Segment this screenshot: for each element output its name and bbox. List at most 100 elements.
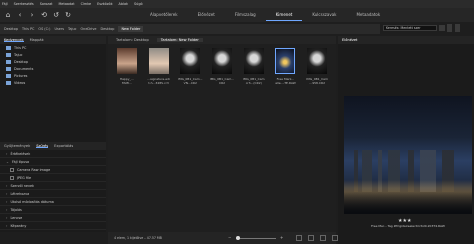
mode-tab-kimenet[interactable]: Kimenet xyxy=(265,9,303,21)
status-text: 4 elem, 1 kijelölve – 47.57 MB xyxy=(114,236,162,240)
recent-icon[interactable]: ⟲ xyxy=(40,11,48,19)
thumbnail-item[interactable]: Happy_... FAMI... xyxy=(114,48,140,85)
thumbnail-item-selected[interactable]: Free Mark... alle...-TE.RAW xyxy=(273,48,299,85)
preview-caption: Free Mar... Tag #frigidaireelectricSU0.2… xyxy=(371,224,445,228)
mode-tab-alapvetolerek[interactable]: Alapvetőlerek xyxy=(140,9,188,21)
filter-group[interactable]: › Utolsó módosítás dátuma xyxy=(0,198,106,206)
breadcrumb-item-current[interactable]: New Folder xyxy=(118,26,144,32)
menu-item[interactable]: Ablak xyxy=(119,2,128,6)
thumbnail-item[interactable]: IMG_0B1_Cam cr3...(CR2) xyxy=(241,48,267,85)
tab-exportalas[interactable]: Exportálás xyxy=(54,144,73,148)
chevron-down-icon: ⌄ xyxy=(6,159,10,164)
mode-tab-elonezet[interactable]: Előnézet xyxy=(188,9,225,21)
filter-label: JPEG file xyxy=(17,175,32,180)
details-view-icon[interactable] xyxy=(320,235,326,241)
chevron-right-icon: › xyxy=(6,151,8,156)
breadcrumb-item[interactable]: Tajuc xyxy=(68,27,77,31)
menu-item[interactable]: Szerkesztés xyxy=(14,2,34,6)
checkbox[interactable] xyxy=(10,175,14,180)
menu-item[interactable]: Súgó xyxy=(134,2,143,6)
tab-szures[interactable]: Szűrés xyxy=(36,144,49,148)
menu-item[interactable]: Eszközök xyxy=(97,2,112,6)
sidebar-item-this-pc[interactable]: This PC xyxy=(0,44,106,51)
sidebar-item-pictures[interactable]: Pictures xyxy=(0,72,106,79)
sidebar-item-desktop[interactable]: Desktop xyxy=(0,58,106,65)
sidebar-item-documents[interactable]: Documents xyxy=(0,65,106,72)
thumbnail-image xyxy=(307,48,328,74)
thumbnail-item[interactable]: IMG_0B1_Cam... VN...CR2 xyxy=(177,48,203,85)
home-icon[interactable]: ⌂ xyxy=(4,11,12,19)
menu-item[interactable]: Sorozat xyxy=(40,2,53,6)
thumbnail-image xyxy=(148,48,169,74)
sidebar-item-label: Documents xyxy=(14,66,34,71)
sidebar-item-videos[interactable]: Videos xyxy=(0,79,106,86)
zoom-in-icon[interactable]: + xyxy=(280,235,283,240)
filter-label: Képarány xyxy=(10,223,27,228)
thumbnail-image xyxy=(275,48,296,74)
thumbnail-grid: Happy_... FAMI... ...signature-edi t-h...3… xyxy=(108,44,336,89)
filter-group[interactable]: ⌄ Fájl típusa xyxy=(0,158,106,166)
menu-item[interactable]: Metaadat xyxy=(59,2,75,6)
content-panel: Tartalom: Desktop Tartalom: New Folder H… xyxy=(108,36,336,232)
filter-group[interactable]: › Létrehozva xyxy=(0,190,106,198)
tab-gyujtemenyek[interactable]: Gyűjtemények xyxy=(4,144,30,148)
thumbnail-item[interactable]: ...signature-edi t-h...348S.cr3 xyxy=(146,48,172,85)
filter-option[interactable]: JPEG file xyxy=(0,174,106,182)
tab-kedvencek[interactable]: Kedvencek xyxy=(4,38,24,42)
folder-icon xyxy=(6,45,11,50)
filter-group[interactable]: › Tájolás xyxy=(0,206,106,214)
content-tabs: Tartalom: Desktop Tartalom: New Folder xyxy=(108,36,336,44)
breadcrumb-item[interactable]: Users xyxy=(54,27,64,31)
breadcrumb-item[interactable]: OS (C:) xyxy=(38,27,50,31)
filter-group[interactable]: › Értékelések xyxy=(0,150,106,158)
layout-icons xyxy=(296,235,338,241)
tab-mappak[interactable]: Mappák xyxy=(30,38,44,42)
sidebar-item-label: Tajuc xyxy=(14,52,23,57)
breadcrumb-item[interactable]: This PC xyxy=(22,27,34,31)
chevron-right-icon: › xyxy=(6,191,8,196)
zoom-out-icon[interactable]: − xyxy=(228,235,231,240)
mode-tab-filmszalag[interactable]: Filmszalag xyxy=(225,9,266,21)
thumbnail-item[interactable]: IMG_0B1_Cam... CR2 xyxy=(209,48,235,85)
forward-icon[interactable]: › xyxy=(28,11,36,19)
view-toggle-icon[interactable] xyxy=(447,24,452,32)
zoom-knob[interactable] xyxy=(236,236,240,240)
search-icon[interactable] xyxy=(439,25,445,31)
filter-tabs: Gyűjtemények Szűrés Exportálás xyxy=(0,142,106,150)
menu-item[interactable]: Fájl xyxy=(2,2,8,6)
rotate-ccw-icon[interactable]: ↺ xyxy=(52,11,60,19)
grid-view-icon[interactable] xyxy=(296,235,302,241)
filter-group[interactable]: › Képarány xyxy=(0,222,106,230)
filter-label: Értékelések xyxy=(10,151,31,156)
back-icon[interactable]: ‹ xyxy=(16,11,24,19)
left-panel: Kedvencek Mappák This PC Tajuc Desktop D… xyxy=(0,36,106,142)
tab-content-new-folder[interactable]: Tartalom: New Folder xyxy=(156,38,203,42)
folder-icon xyxy=(6,66,11,71)
tab-content-desktop[interactable]: Tartalom: Desktop xyxy=(112,38,153,42)
left-panel-tabs: Kedvencek Mappák xyxy=(0,36,106,44)
filter-group[interactable]: › Lencse xyxy=(0,214,106,222)
filter-label: Utolsó módosítás dátuma xyxy=(10,199,54,204)
view-toggle-icon[interactable] xyxy=(455,24,460,32)
thumbnail-label: ...signature-edi t-h...348S.cr3 xyxy=(147,77,170,85)
filter-group[interactable]: › Szerzői nevek xyxy=(0,182,106,190)
breadcrumb-item[interactable]: OneDrive xyxy=(81,27,97,31)
zoom-track[interactable] xyxy=(236,238,276,239)
list-view-icon[interactable] xyxy=(308,235,314,241)
filter-option[interactable]: Camera Raw image xyxy=(0,166,106,174)
breadcrumb-item[interactable]: Desktop xyxy=(100,27,114,31)
mode-tab-kulcsszavak[interactable]: Kulcsszavak xyxy=(302,9,346,21)
panel-title: Előnézet xyxy=(338,36,474,44)
sidebar-item-tajuc[interactable]: Tajuc xyxy=(0,51,106,58)
mode-tab-metaadatok[interactable]: Metaadatok xyxy=(346,9,390,21)
rotate-cw-icon[interactable]: ↻ xyxy=(64,11,72,19)
menu-item[interactable]: Címke xyxy=(81,2,92,6)
search-input[interactable]: Keresés: Mentett szer xyxy=(383,25,437,31)
folder-icon xyxy=(6,52,11,57)
chevron-right-icon: › xyxy=(6,215,8,220)
zoom-slider[interactable]: − + xyxy=(228,235,288,240)
breadcrumb-item[interactable]: Desktop xyxy=(4,27,18,31)
checkbox[interactable] xyxy=(10,167,14,172)
sidebar-item-label: Pictures xyxy=(14,73,28,78)
thumbnail-item[interactable]: IMG_0B1_Cam ...958.CR2 xyxy=(304,48,330,85)
